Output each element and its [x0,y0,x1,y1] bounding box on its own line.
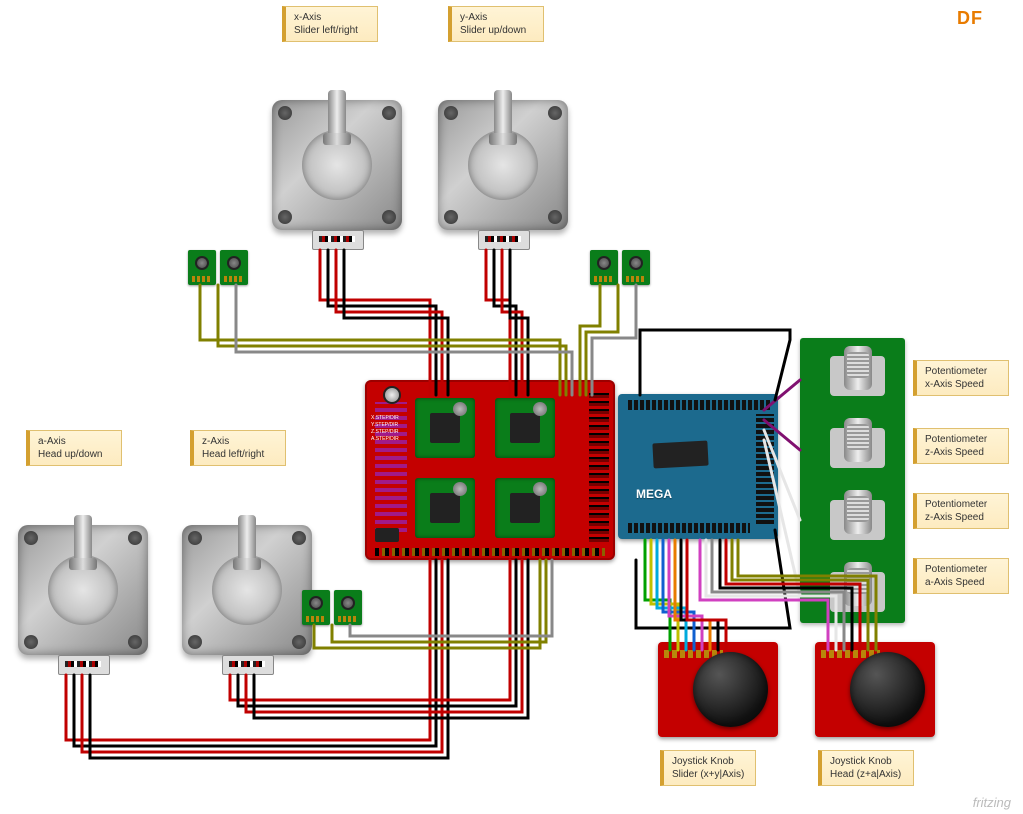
stepper-driver-z [415,478,475,538]
joystick-knob-icon [693,652,768,727]
potentiometer-2 [830,492,885,547]
label-pot-3: Potentiometer a-Axis Speed [913,558,1009,594]
limit-switches-x [188,250,248,285]
label-text: Potentiometer [925,499,987,510]
label-text: z-Axis Speed [925,447,984,458]
label-text: a-Axis [38,436,66,447]
joystick-knob-icon [850,652,925,727]
label-joystick-1: Joystick Knob Head (z+a|Axis) [818,750,914,786]
stepper-driver-a [495,478,555,538]
label-text: Potentiometer [925,564,987,575]
label-y-axis: y-Axis Slider up/down [448,6,544,42]
label-text: Slider (x+y|Axis) [672,769,744,780]
label-text: y-Axis [460,12,487,23]
limit-switches-y [590,250,650,285]
stepper-y [428,75,578,225]
label-text: Joystick Knob [830,756,892,767]
label-text: Joystick Knob [672,756,734,767]
label-text: Head up/down [38,449,103,460]
label-pot-2: Potentiometer z-Axis Speed [913,493,1009,529]
label-text: z-Axis Speed [925,512,984,523]
joystick-0 [658,642,778,737]
label-text: Head (z+a|Axis) [830,769,901,780]
arduino-mega: MEGA [618,394,778,539]
label-joystick-0: Joystick Knob Slider (x+y|Axis) [660,750,756,786]
potentiometer-0 [830,348,885,403]
label-text: Head left/right [202,449,264,460]
label-text: z-Axis [202,436,229,447]
stepper-driver-x [415,398,475,458]
label-pot-1: Potentiometer z-Axis Speed [913,428,1009,464]
power-jack-icon [375,528,399,542]
stepper-x [262,75,412,225]
stepper-driver-y [495,398,555,458]
label-text: Slider left/right [294,25,358,36]
label-text: Potentiometer [925,434,987,445]
label-text: Slider up/down [460,25,526,36]
limit-switches-z [302,590,362,625]
label-x-axis: x-Axis Slider left/right [282,6,378,42]
mcu-chip-icon [652,441,708,469]
potentiometer-1 [830,420,885,475]
footer-text: fritzing [973,795,1011,810]
label-z-axis: z-Axis Head left/right [190,430,286,466]
cnc-shield: X.STEP/DIR Y.STEP/DIR Z.STEP/DIR A.STEP/… [365,380,615,560]
stepper-a [8,500,158,650]
label-text: x-Axis Speed [925,379,984,390]
brand-logo: DF [957,8,983,29]
label-pot-0: Potentiometer x-Axis Speed [913,360,1009,396]
joystick-1 [815,642,935,737]
label-text: Potentiometer [925,366,987,377]
label-a-axis: a-Axis Head up/down [26,430,122,466]
label-text: a-Axis Speed [925,577,984,588]
mega-label: MEGA [636,487,672,501]
shield-pin-labels: X.STEP/DIR Y.STEP/DIR Z.STEP/DIR A.STEP/… [371,415,399,443]
stepper-z [172,500,322,650]
label-text: x-Axis [294,12,321,23]
potentiometer-3 [830,564,885,619]
reset-button-icon [383,386,401,404]
potentiometer-panel [800,338,905,623]
